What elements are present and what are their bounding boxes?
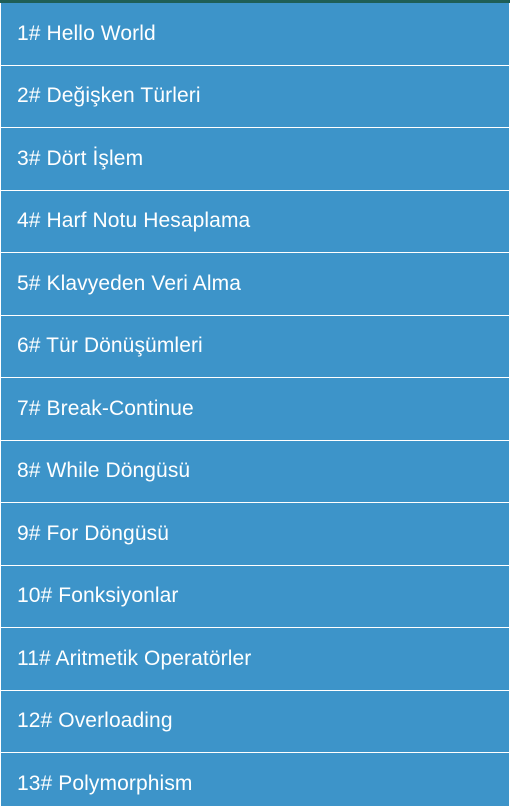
list-item-label: 7# Break-Continue [17,396,194,420]
list-item-label: 1# Hello World [17,21,156,45]
list-item-label: 4# Harf Notu Hesaplama [17,209,251,233]
list-item[interactable]: 12# Overloading [1,690,509,752]
list-item[interactable]: 10# Fonksiyonlar [1,565,509,627]
lesson-list[interactable]: 1# Hello World 2# Değişken Türleri 3# Dö… [0,3,510,806]
list-item[interactable]: 13# Polymorphism [1,753,509,806]
list-item[interactable]: 2# Değişken Türleri [1,65,509,127]
list-item[interactable]: 6# Tür Dönüşümleri [1,315,509,377]
app-screen: 1# Hello World 2# Değişken Türleri 3# Dö… [0,0,510,806]
list-item-label: 5# Klavyeden Veri Alma [17,271,242,295]
list-item-label: 8# While Döngüsü [17,459,191,483]
list-item-label: 10# Fonksiyonlar [17,584,179,608]
list-item[interactable]: 9# For Döngüsü [1,503,509,565]
list-item-label: 6# Tür Dönüşümleri [17,334,203,358]
list-item-label: 2# Değişken Türleri [17,84,201,108]
list-item[interactable]: 5# Klavyeden Veri Alma [1,253,509,315]
list-item[interactable]: 11# Aritmetik Operatörler [1,628,509,690]
list-item[interactable]: 4# Harf Notu Hesaplama [1,190,509,252]
list-item[interactable]: 1# Hello World [1,3,509,65]
list-item-label: 11# Aritmetik Operatörler [17,646,252,670]
list-item[interactable]: 3# Dört İşlem [1,128,509,190]
list-item-label: 13# Polymorphism [17,771,193,795]
list-item-label: 9# For Döngüsü [17,521,169,545]
list-item-label: 12# Overloading [17,709,173,733]
list-item-label: 3# Dört İşlem [17,146,144,170]
list-item[interactable]: 7# Break-Continue [1,378,509,440]
list-item[interactable]: 8# While Döngüsü [1,440,509,502]
